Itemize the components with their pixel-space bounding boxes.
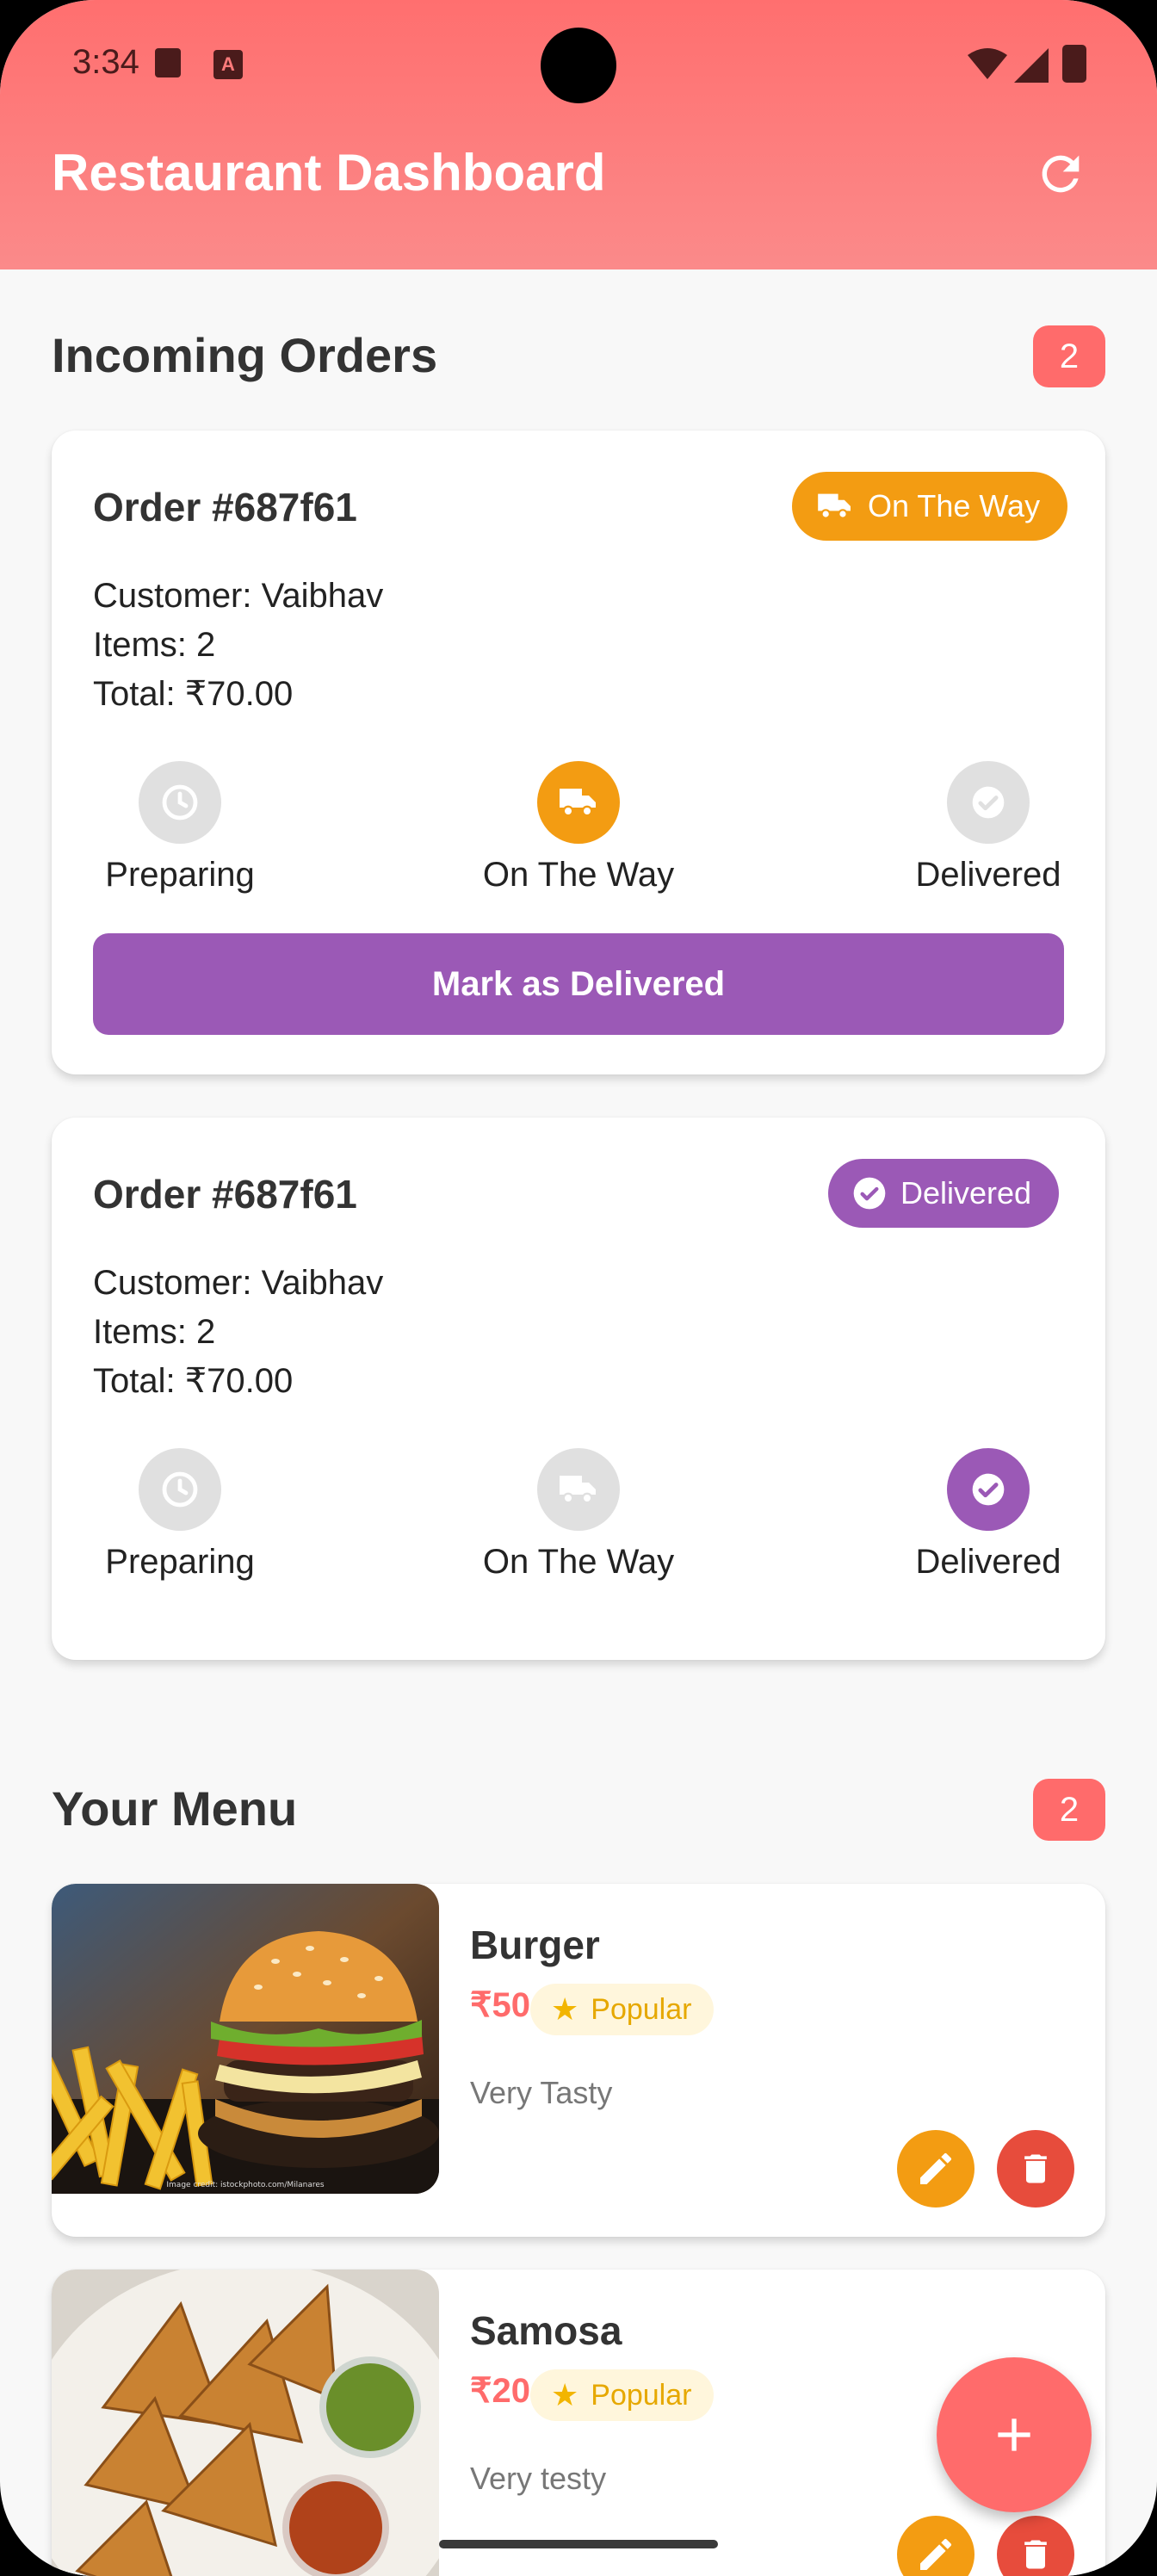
samosa-image bbox=[52, 2269, 439, 2576]
battery-icon bbox=[1062, 45, 1086, 83]
delete-button[interactable] bbox=[997, 2130, 1074, 2208]
popular-badge-label: Popular bbox=[591, 2378, 692, 2412]
pencil-icon bbox=[920, 2538, 952, 2570]
sd-card-icon bbox=[155, 48, 181, 77]
truck-icon bbox=[818, 493, 851, 519]
clock-icon bbox=[139, 761, 221, 844]
item-count: Items: 2 bbox=[93, 1313, 216, 1351]
burger-image: Image credit: istockphoto.com/Milanares bbox=[52, 1884, 439, 2194]
menu-item-card: Image credit: istockphoto.com/Milanares … bbox=[52, 1884, 1105, 2237]
popular-badge-label: Popular bbox=[591, 1992, 692, 2026]
menu-item-name: Burger bbox=[470, 1923, 600, 1967]
order-id: Order #687f61 bbox=[93, 1172, 357, 1217]
wifi-icon bbox=[968, 48, 1007, 79]
signal-icon bbox=[1014, 48, 1049, 83]
edit-button[interactable] bbox=[897, 2516, 974, 2576]
status-badge-label: Delivered bbox=[900, 1175, 1032, 1211]
menu-item-description: Very testy bbox=[470, 2461, 607, 2496]
step-label: Delivered bbox=[915, 1543, 1061, 1581]
trash-icon bbox=[1024, 2540, 1047, 2569]
item-count: Items: 2 bbox=[93, 626, 216, 664]
status-badge: On The Way bbox=[792, 472, 1068, 541]
step-on-the-way: On The Way bbox=[449, 761, 708, 895]
order-card: Order #687f61 On The Way Customer: Vaibh… bbox=[52, 430, 1105, 1074]
step-label: On The Way bbox=[482, 856, 675, 894]
status-badge-label: On The Way bbox=[868, 488, 1041, 523]
step-label: Preparing bbox=[105, 1543, 255, 1581]
order-total: Total: ₹70.00 bbox=[93, 675, 294, 713]
check-circle-icon bbox=[947, 1448, 1030, 1531]
truck-icon bbox=[537, 1448, 620, 1531]
clock-icon bbox=[139, 1448, 221, 1531]
order-id: Order #687f61 bbox=[93, 485, 357, 529]
order-card: Order #687f61 Delivered Customer: Vaibha… bbox=[52, 1118, 1105, 1660]
popular-badge: ★ Popular bbox=[530, 1984, 715, 2035]
star-icon: ★ bbox=[551, 2377, 579, 2412]
home-indicator[interactable] bbox=[439, 2540, 718, 2548]
plus-icon bbox=[998, 2418, 1030, 2451]
trash-icon bbox=[1024, 2154, 1047, 2183]
check-circle-icon bbox=[947, 761, 1030, 844]
order-total: Total: ₹70.00 bbox=[93, 1362, 294, 1400]
star-icon: ★ bbox=[551, 1991, 579, 2027]
edit-button[interactable] bbox=[897, 2130, 974, 2208]
pencil-icon bbox=[920, 2152, 952, 2184]
customer-name: Customer: Vaibhav bbox=[93, 577, 384, 615]
menu-item-name: Samosa bbox=[470, 2308, 622, 2353]
truck-icon bbox=[537, 761, 620, 844]
orders-section-title: Incoming Orders bbox=[52, 328, 438, 382]
step-preparing: Preparing bbox=[51, 1448, 309, 1582]
page-title: Restaurant Dashboard bbox=[52, 144, 606, 201]
check-circle-icon bbox=[853, 1177, 886, 1210]
refresh-icon[interactable] bbox=[1033, 146, 1088, 201]
status-time: 3:34 bbox=[72, 43, 139, 81]
menu-count-badge: 2 bbox=[1033, 1779, 1105, 1841]
step-preparing: Preparing bbox=[51, 761, 309, 895]
step-label: On The Way bbox=[482, 1543, 675, 1581]
orders-count-badge: 2 bbox=[1033, 325, 1105, 387]
delete-button[interactable] bbox=[997, 2516, 1074, 2576]
add-menu-item-button[interactable] bbox=[937, 2357, 1092, 2512]
step-delivered: Delivered bbox=[859, 761, 1117, 895]
step-delivered: Delivered bbox=[859, 1448, 1117, 1582]
menu-section-title: Your Menu bbox=[52, 1781, 298, 1836]
menu-item-price: ₹20 bbox=[470, 2372, 530, 2410]
status-badge: Delivered bbox=[828, 1159, 1060, 1228]
customer-name: Customer: Vaibhav bbox=[93, 1264, 384, 1302]
mark-delivered-button[interactable]: Mark as Delivered bbox=[93, 933, 1064, 1035]
popular-badge: ★ Popular bbox=[530, 2369, 715, 2421]
app-bar: 3:34 A Restaurant Dashboard bbox=[0, 0, 1157, 269]
camera-cutout bbox=[541, 28, 616, 103]
menu-item-description: Very Tasty bbox=[470, 2075, 613, 2110]
notification-a-icon: A bbox=[213, 50, 243, 79]
step-label: Delivered bbox=[915, 856, 1061, 894]
app-screen: 3:34 A Restaurant Dashboard Incoming Ord… bbox=[0, 0, 1157, 2576]
step-on-the-way: On The Way bbox=[449, 1448, 708, 1582]
image-credit: Image credit: istockphoto.com/Milanares bbox=[166, 2181, 325, 2189]
step-label: Preparing bbox=[105, 856, 255, 894]
menu-item-price: ₹50 bbox=[470, 1986, 530, 2024]
